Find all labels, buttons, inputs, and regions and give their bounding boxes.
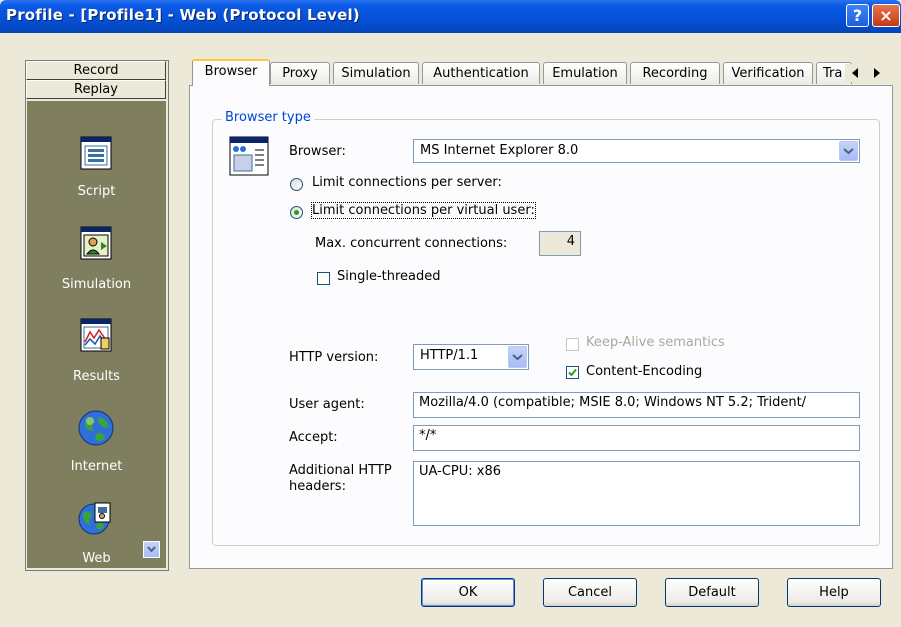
cancel-button[interactable]: Cancel — [543, 578, 637, 607]
default-button[interactable]: Default — [665, 578, 759, 607]
content-encoding-label[interactable]: Content-Encoding — [586, 364, 702, 379]
tab-emulation[interactable]: Emulation — [543, 62, 627, 84]
checkmark-icon — [568, 368, 577, 377]
tab-verification[interactable]: Verification — [723, 62, 813, 84]
user-agent-field[interactable]: Mozilla/4.0 (compatible; MSIE 8.0; Windo… — [413, 392, 860, 418]
user-agent-label: User agent: — [289, 397, 365, 412]
browser-select-value: MS Internet Explorer 8.0 — [420, 143, 579, 158]
close-caption-button[interactable]: × — [872, 4, 900, 27]
accept-field[interactable]: */* — [413, 425, 860, 451]
tab-recording[interactable]: Recording — [630, 62, 720, 84]
replay-category-button[interactable]: Replay — [26, 80, 166, 99]
http-version-value: HTTP/1.1 — [420, 348, 479, 363]
tab-scroll-right-icon[interactable] — [866, 64, 886, 82]
results-item-label[interactable]: Results — [27, 369, 166, 384]
http-version-dropdown-button[interactable] — [508, 346, 527, 368]
additional-headers-label: Additional HTTP headers: — [289, 463, 392, 494]
http-version-label: HTTP version: — [289, 350, 379, 365]
browser-label: Browser: — [289, 144, 346, 159]
record-category-button[interactable]: Record — [26, 61, 166, 80]
content-encoding-checkbox[interactable] — [566, 366, 579, 379]
sidebar-scroll-down-button[interactable] — [143, 541, 160, 558]
tab-authentication[interactable]: Authentication — [422, 62, 540, 84]
max-connections-label: Max. concurrent connections: — [315, 236, 508, 251]
browser-select[interactable]: MS Internet Explorer 8.0 — [413, 139, 860, 163]
web-page-globe-icon[interactable] — [77, 499, 115, 537]
chevron-down-icon — [147, 546, 156, 553]
simulation-item-label[interactable]: Simulation — [27, 277, 166, 292]
browser-type-group-label: Browser type — [222, 110, 314, 125]
limit-per-server-radio[interactable] — [290, 178, 303, 191]
script-icon[interactable] — [79, 136, 113, 170]
browser-window-icon — [229, 136, 269, 176]
window-title: Profile - [Profile1] - Web (Protocol Lev… — [6, 6, 360, 24]
internet-item-label[interactable]: Internet — [27, 459, 166, 474]
chevron-down-icon — [512, 354, 523, 361]
limit-per-user-radio[interactable] — [290, 206, 303, 219]
accept-label: Accept: — [289, 430, 338, 445]
single-threaded-label[interactable]: Single-threaded — [337, 269, 441, 284]
keep-alive-label: Keep-Alive semantics — [586, 335, 725, 350]
keep-alive-checkbox[interactable] — [566, 338, 579, 351]
chevron-down-icon — [843, 148, 854, 155]
browser-dropdown-button[interactable] — [839, 141, 858, 161]
additional-headers-field[interactable]: UA-CPU: x86 — [413, 461, 860, 526]
internet-globe-icon[interactable] — [77, 409, 115, 447]
max-connections-field[interactable]: 4 — [539, 231, 581, 256]
script-item-label[interactable]: Script — [27, 184, 166, 199]
ok-button[interactable]: OK — [421, 578, 515, 607]
radio-selected-dot — [294, 210, 299, 215]
help-button[interactable]: Help — [787, 578, 881, 607]
replay-items-pane: Script Simulation Results Internet Web — [27, 101, 166, 568]
limit-per-user-label[interactable]: Limit connections per virtual user: — [311, 202, 536, 219]
category-sidebar: Record Replay Script Simulation Results … — [25, 60, 169, 571]
results-icon[interactable] — [79, 318, 113, 352]
tab-scroll-arrows — [845, 64, 887, 82]
tab-proxy[interactable]: Proxy — [270, 62, 330, 84]
help-caption-button[interactable]: ? — [846, 4, 869, 27]
tab-scroll-left-icon[interactable] — [845, 64, 865, 82]
simulation-icon[interactable] — [79, 226, 113, 260]
tab-simulation[interactable]: Simulation — [333, 62, 419, 84]
limit-per-server-label[interactable]: Limit connections per server: — [312, 175, 502, 190]
http-version-select[interactable]: HTTP/1.1 — [413, 344, 529, 370]
tab-browser[interactable]: Browser — [192, 59, 270, 86]
single-threaded-checkbox[interactable] — [317, 272, 330, 285]
